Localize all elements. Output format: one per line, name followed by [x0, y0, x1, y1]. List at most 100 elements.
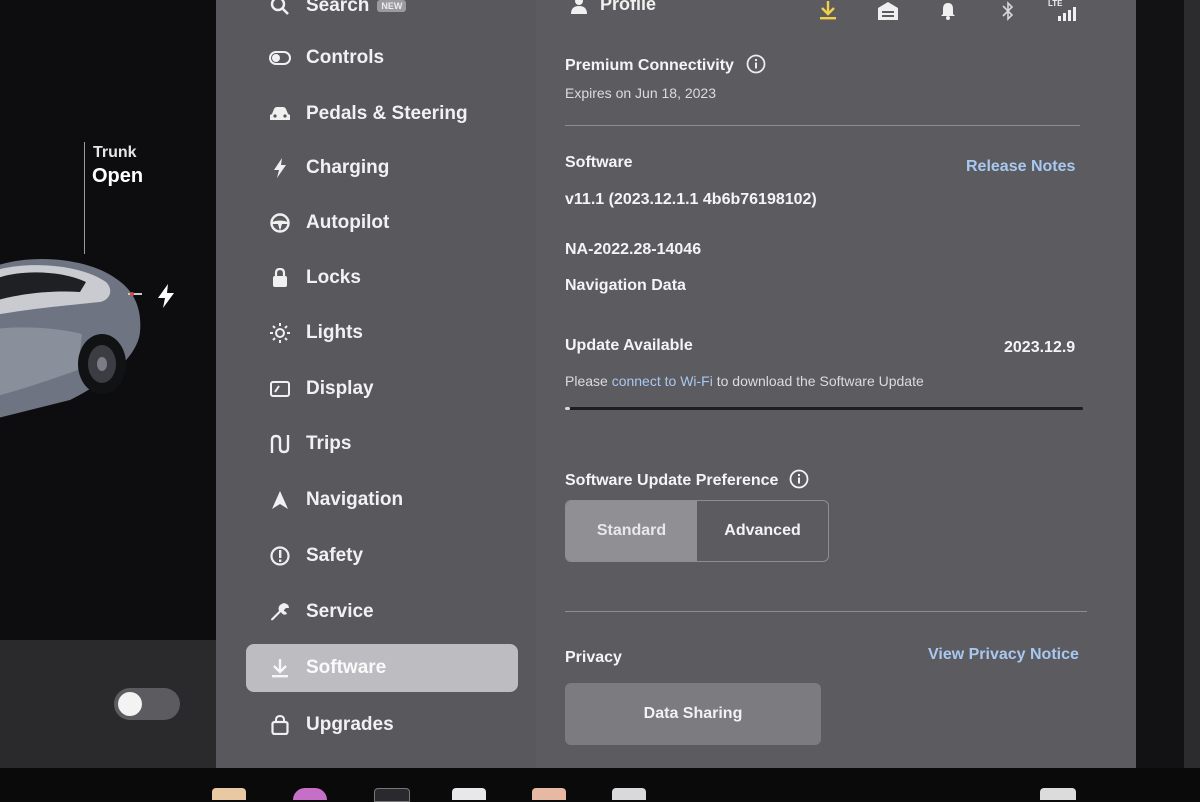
- dock-app-icon[interactable]: [612, 788, 646, 800]
- sidebar-item-display[interactable]: Display: [246, 365, 518, 413]
- sidebar-item-label: Locks: [306, 267, 361, 288]
- bluetooth-icon[interactable]: [997, 0, 1019, 22]
- premium-connectivity-title: Premium Connectivity: [565, 54, 766, 75]
- profile-label: Profile: [600, 0, 657, 14]
- bezel-edge: [1184, 0, 1200, 768]
- charge-port-lightning-icon[interactable]: [156, 284, 176, 308]
- quick-controls-strip: [0, 640, 216, 768]
- status-bar: Profile LTE: [536, 0, 1136, 26]
- update-progress-fill: [565, 407, 571, 410]
- wrench-icon: [268, 600, 292, 624]
- sidebar-item-autopilot[interactable]: Autopilot: [246, 199, 518, 247]
- new-badge: NEW: [377, 0, 407, 12]
- section-divider: [565, 611, 1087, 612]
- sidebar-item-label: Display: [306, 378, 374, 399]
- standard-option[interactable]: Standard: [566, 501, 697, 561]
- sidebar-item-label: Autopilot: [306, 212, 390, 233]
- sidebar-item-label: Search: [306, 0, 370, 16]
- sidebar-item-label: Pedals & Steering: [306, 103, 468, 124]
- sidebar-item-label: Controls: [306, 47, 385, 68]
- trips-icon: [268, 432, 292, 456]
- car-icon: [268, 102, 292, 126]
- person-icon: [571, 0, 587, 14]
- data-sharing-button[interactable]: Data Sharing: [565, 683, 821, 745]
- software-settings-content: Profile LTE Premium Connectivity Expires…: [536, 0, 1136, 768]
- car-visual-panel: Trunk Open: [0, 0, 216, 768]
- navigation-arrow-icon: [268, 488, 292, 512]
- navigation-data-label: Navigation Data: [565, 277, 686, 294]
- sidebar-item-controls[interactable]: Controls: [246, 34, 518, 82]
- sidebar-item-locks[interactable]: Locks: [246, 254, 518, 302]
- settings-sidebar: Search NEW Controls Pedals & Steering Ch…: [216, 0, 536, 768]
- sidebar-item-label: Trips: [306, 433, 352, 454]
- sun-icon: [268, 321, 292, 345]
- connect-wifi-link[interactable]: connect to Wi-Fi: [612, 373, 713, 389]
- trunk-label: Trunk: [93, 144, 137, 161]
- sidebar-item-label: Lights: [306, 322, 363, 343]
- toggle-icon: [268, 46, 292, 70]
- update-progress-bar: [565, 407, 1083, 410]
- privacy-section-title: Privacy: [565, 649, 622, 666]
- view-privacy-notice-link[interactable]: View Privacy Notice: [928, 646, 1079, 664]
- dock-app-icon[interactable]: [452, 788, 486, 800]
- sidebar-item-software[interactable]: Software: [246, 644, 518, 692]
- dock-app-icon[interactable]: [293, 788, 327, 800]
- update-preference-title: Software Update Preference: [565, 469, 809, 490]
- display-icon: [268, 377, 292, 401]
- update-message-prefix: Please: [565, 373, 608, 389]
- section-divider: [565, 125, 1080, 126]
- sidebar-item-lights[interactable]: Lights: [246, 309, 518, 357]
- update-preference-label: Software Update Preference: [565, 472, 779, 489]
- trunk-open-button[interactable]: Open: [92, 165, 143, 188]
- bottom-dock: [0, 768, 1200, 802]
- alert-circle-icon: [268, 544, 292, 568]
- shopping-bag-icon: [268, 713, 292, 737]
- sidebar-item-label: Service: [306, 601, 374, 622]
- update-available-title: Update Available: [565, 337, 693, 354]
- software-version-text: v11.1 (2023.12.1.1 4b6b76198102): [565, 191, 817, 208]
- sidebar-item-search[interactable]: Search NEW: [246, 0, 518, 30]
- sidebar-item-trips[interactable]: Trips: [246, 420, 518, 468]
- garage-icon[interactable]: [877, 0, 899, 22]
- release-notes-link[interactable]: Release Notes: [966, 158, 1075, 176]
- bell-icon[interactable]: [937, 0, 959, 22]
- navigation-data-version: NA-2022.28-14046: [565, 241, 702, 258]
- update-preference-segmented-control: Standard Advanced: [565, 500, 829, 562]
- dock-app-icon[interactable]: [212, 788, 246, 800]
- dock-app-icon[interactable]: [532, 788, 566, 800]
- sidebar-item-label: Charging: [306, 157, 390, 178]
- sidebar-item-navigation[interactable]: Navigation: [246, 476, 518, 524]
- advanced-option[interactable]: Advanced: [697, 501, 828, 561]
- update-message-suffix: to download the Software Update: [716, 373, 924, 389]
- sidebar-item-label: Navigation: [306, 489, 404, 510]
- sidebar-item-upgrades[interactable]: Upgrades: [246, 701, 518, 749]
- info-icon[interactable]: [746, 54, 766, 74]
- car-render: [0, 259, 142, 418]
- download-update-icon[interactable]: [817, 0, 839, 22]
- software-section-title: Software: [565, 154, 633, 171]
- toggle-knob: [118, 692, 142, 716]
- search-icon: [268, 0, 292, 18]
- profile-button[interactable]: Profile: [570, 0, 656, 15]
- sidebar-item-label: Upgrades: [306, 714, 394, 735]
- volume-icon[interactable]: [1040, 788, 1076, 800]
- sidebar-item-service[interactable]: Service: [246, 588, 518, 636]
- info-icon[interactable]: [789, 469, 809, 489]
- download-icon: [268, 656, 292, 680]
- sidebar-item-label: Safety: [306, 545, 364, 566]
- update-message: Please connect to Wi-Fi to download the …: [565, 373, 924, 389]
- lte-signal-icon: LTE: [1048, 0, 1082, 22]
- quick-toggle-switch[interactable]: [114, 688, 180, 720]
- screen-bezel: [1136, 0, 1200, 768]
- steering-wheel-icon: [268, 211, 292, 235]
- lightning-icon: [268, 156, 292, 180]
- sidebar-item-charging[interactable]: Charging: [246, 144, 518, 192]
- lock-icon: [268, 266, 292, 290]
- premium-connectivity-label: Premium Connectivity: [565, 57, 734, 74]
- premium-expiry-text: Expires on Jun 18, 2023: [565, 85, 716, 101]
- sidebar-item-label: Software: [306, 657, 387, 678]
- update-version-text: 2023.12.9: [1004, 339, 1076, 356]
- sidebar-item-safety[interactable]: Safety: [246, 532, 518, 580]
- lte-label: LTE: [1048, 0, 1063, 8]
- sidebar-item-pedals-steering[interactable]: Pedals & Steering: [246, 90, 518, 138]
